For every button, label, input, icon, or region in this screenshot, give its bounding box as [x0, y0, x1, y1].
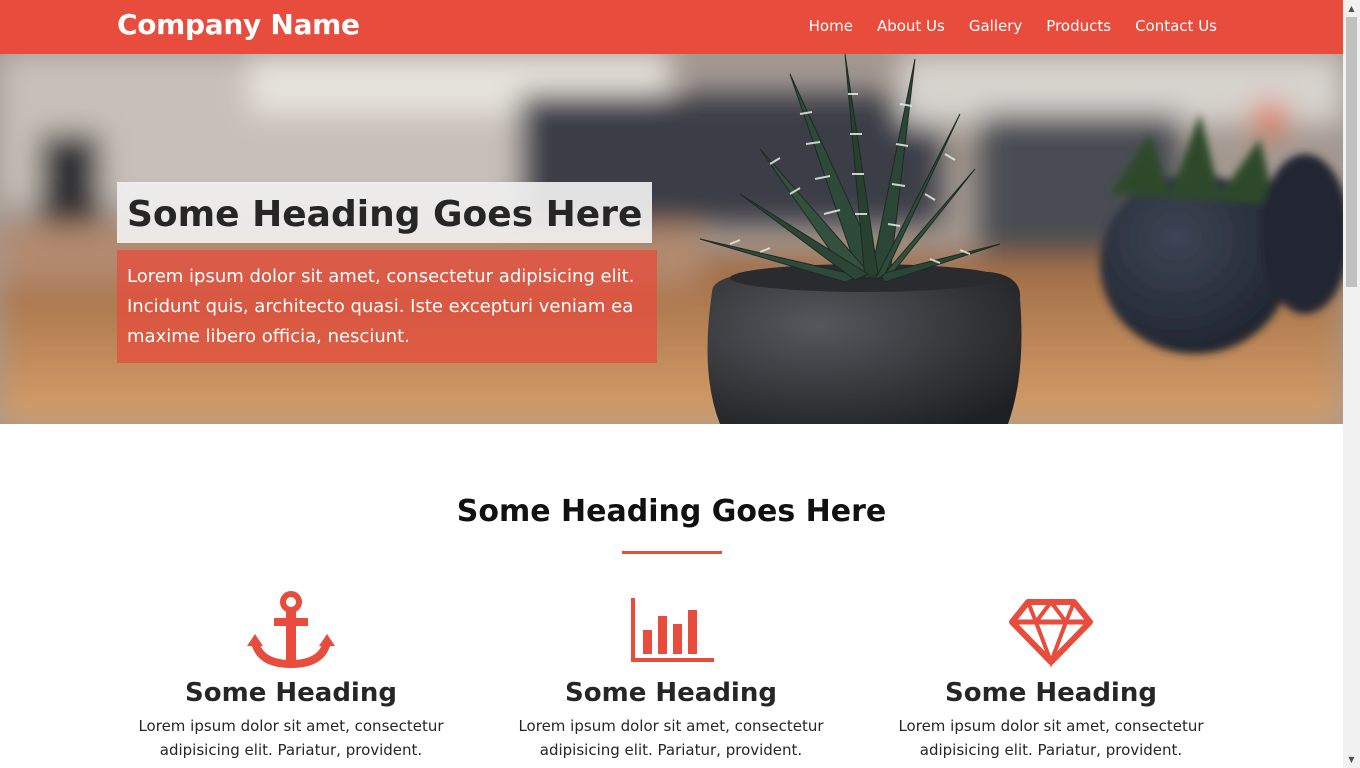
hero-description: Lorem ipsum dolor sit amet, consectetur …: [117, 250, 657, 363]
navbar: Company Name Home About Us Gallery Produ…: [0, 0, 1343, 54]
anchor-icon: [247, 591, 335, 668]
section-heading: Some Heading Goes Here: [456, 494, 887, 529]
feature-text: Lorem ipsum dolor sit amet, consectetur …: [898, 717, 1204, 759]
feature-card-3: Some Heading Lorem ipsum dolor sit amet,…: [871, 590, 1231, 762]
feature-heading: Some Heading: [185, 678, 397, 708]
feature-text: Lorem ipsum dolor sit amet, consectetur …: [518, 717, 824, 759]
feature-card-1: Some Heading Lorem ipsum dolor sit amet,…: [111, 590, 471, 762]
scroll-down-arrow-icon[interactable]: ▼: [1343, 751, 1360, 768]
brand-logo-text[interactable]: Company Name: [117, 8, 360, 41]
nav-link-gallery[interactable]: Gallery: [969, 17, 1022, 35]
nav-menu: Home About Us Gallery Products Contact U…: [785, 17, 1217, 35]
page: Company Name Home About Us Gallery Produ…: [0, 0, 1343, 768]
nav-link-home[interactable]: Home: [809, 17, 853, 35]
vertical-scrollbar[interactable]: ▲ ▼: [1343, 0, 1360, 768]
feature-text: Lorem ipsum dolor sit amet, consectetur …: [138, 717, 444, 759]
feature-card-2: Some Heading Lorem ipsum dolor sit amet,…: [491, 590, 851, 762]
scrollbar-thumb[interactable]: [1346, 17, 1357, 287]
bar-chart-icon: [631, 598, 714, 662]
section-divider: [622, 551, 722, 554]
diamond-icon: [1009, 598, 1093, 668]
scroll-up-arrow-icon[interactable]: ▲: [1343, 0, 1360, 17]
nav-link-about-us[interactable]: About Us: [877, 17, 945, 35]
hero-heading: Some Heading Goes Here: [117, 182, 653, 243]
feature-heading: Some Heading: [945, 678, 1157, 708]
nav-link-products[interactable]: Products: [1046, 17, 1111, 35]
nav-link-contact-us[interactable]: Contact Us: [1135, 17, 1217, 35]
feature-heading: Some Heading: [565, 678, 777, 708]
hero-banner: Some Heading Goes Here Lorem ipsum dolor…: [0, 54, 1343, 424]
